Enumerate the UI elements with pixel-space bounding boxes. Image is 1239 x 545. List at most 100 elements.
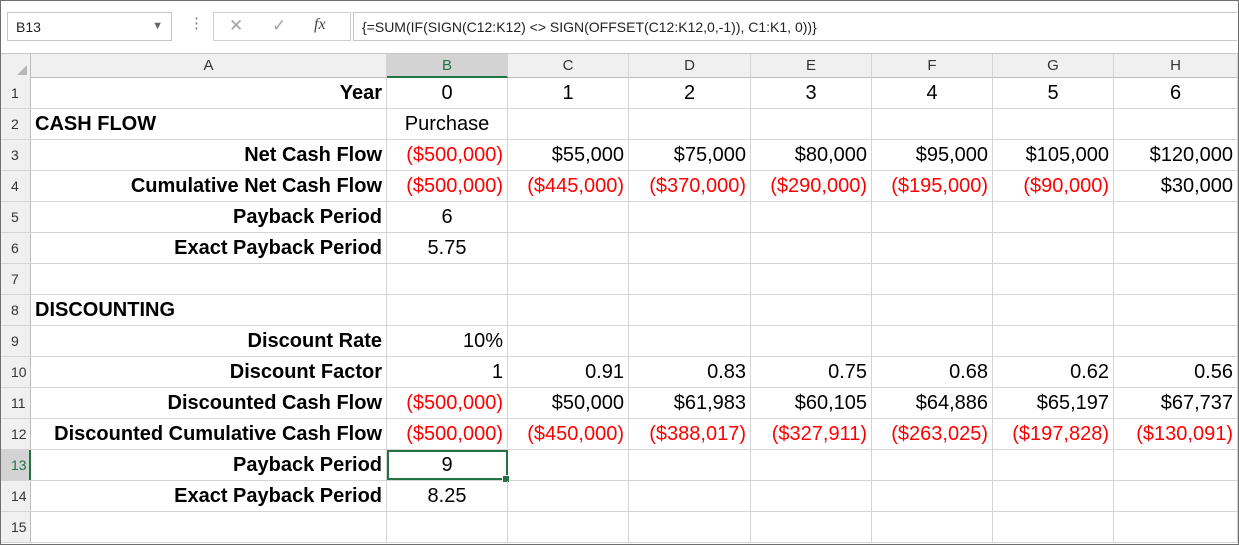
cell-b15[interactable] — [387, 512, 508, 542]
cancel-icon[interactable]: ✕ — [229, 16, 243, 36]
cell-b12[interactable]: ($500,000) — [387, 419, 508, 449]
column-header-f[interactable]: F — [872, 54, 993, 78]
cell-d9[interactable] — [629, 326, 751, 356]
cell-g5[interactable] — [993, 202, 1114, 232]
cell-b4[interactable]: ($500,000) — [387, 171, 508, 201]
cell-d12[interactable]: ($388,017) — [629, 419, 751, 449]
row-header-9[interactable]: 9 — [1, 326, 31, 356]
cell-d15[interactable] — [629, 512, 751, 542]
cell-f2[interactable] — [872, 109, 993, 139]
cell-b1[interactable]: 0 — [387, 78, 508, 108]
cell-a11[interactable]: Discounted Cash Flow — [31, 388, 387, 418]
cell-c10[interactable]: 0.91 — [508, 357, 629, 387]
cell-d4[interactable]: ($370,000) — [629, 171, 751, 201]
cell-f12[interactable]: ($263,025) — [872, 419, 993, 449]
row-header-11[interactable]: 11 — [1, 388, 31, 418]
cell-b5[interactable]: 6 — [387, 202, 508, 232]
cell-a2[interactable]: CASH FLOW — [31, 109, 387, 139]
column-header-d[interactable]: D — [629, 54, 751, 78]
cell-e5[interactable] — [751, 202, 872, 232]
cell-b14[interactable]: 8.25 — [387, 481, 508, 511]
cell-g14[interactable] — [993, 481, 1114, 511]
cell-d3[interactable]: $75,000 — [629, 140, 751, 170]
cell-g7[interactable] — [993, 264, 1114, 294]
cell-c12[interactable]: ($450,000) — [508, 419, 629, 449]
column-header-g[interactable]: G — [993, 54, 1114, 78]
row-header-12[interactable]: 12 — [1, 419, 31, 449]
cell-e9[interactable] — [751, 326, 872, 356]
cell-b3[interactable]: ($500,000) — [387, 140, 508, 170]
cell-a4[interactable]: Cumulative Net Cash Flow — [31, 171, 387, 201]
cell-d2[interactable] — [629, 109, 751, 139]
formula-input[interactable]: {=SUM(IF(SIGN(C12:K12) <> SIGN(OFFSET(C1… — [353, 12, 1237, 41]
cell-c2[interactable] — [508, 109, 629, 139]
cell-d11[interactable]: $61,983 — [629, 388, 751, 418]
cell-a6[interactable]: Exact Payback Period — [31, 233, 387, 263]
cell-h1[interactable]: 6 — [1114, 78, 1238, 108]
cell-h8[interactable] — [1114, 295, 1238, 325]
cell-h7[interactable] — [1114, 264, 1238, 294]
column-header-b[interactable]: B — [387, 54, 508, 78]
cell-c6[interactable] — [508, 233, 629, 263]
cell-h5[interactable] — [1114, 202, 1238, 232]
select-all-corner[interactable] — [1, 54, 31, 78]
cell-h3[interactable]: $120,000 — [1114, 140, 1238, 170]
row-header-3[interactable]: 3 — [1, 140, 31, 170]
row-header-6[interactable]: 6 — [1, 233, 31, 263]
cell-c3[interactable]: $55,000 — [508, 140, 629, 170]
cell-f6[interactable] — [872, 233, 993, 263]
cell-a14[interactable]: Exact Payback Period — [31, 481, 387, 511]
cell-d7[interactable] — [629, 264, 751, 294]
cell-e10[interactable]: 0.75 — [751, 357, 872, 387]
cell-h12[interactable]: ($130,091) — [1114, 419, 1238, 449]
cell-a12[interactable]: Discounted Cumulative Cash Flow — [31, 419, 387, 449]
cell-f8[interactable] — [872, 295, 993, 325]
row-header-8[interactable]: 8 — [1, 295, 31, 325]
cell-g3[interactable]: $105,000 — [993, 140, 1114, 170]
row-header-5[interactable]: 5 — [1, 202, 31, 232]
cell-c7[interactable] — [508, 264, 629, 294]
cell-f4[interactable]: ($195,000) — [872, 171, 993, 201]
cell-a3[interactable]: Net Cash Flow — [31, 140, 387, 170]
cell-c8[interactable] — [508, 295, 629, 325]
column-header-c[interactable]: C — [508, 54, 629, 78]
row-header-2[interactable]: 2 — [1, 109, 31, 139]
cell-g8[interactable] — [993, 295, 1114, 325]
cell-d10[interactable]: 0.83 — [629, 357, 751, 387]
cell-c11[interactable]: $50,000 — [508, 388, 629, 418]
cell-e6[interactable] — [751, 233, 872, 263]
cell-h14[interactable] — [1114, 481, 1238, 511]
cell-a13[interactable]: Payback Period — [31, 450, 387, 480]
cell-h10[interactable]: 0.56 — [1114, 357, 1238, 387]
name-box[interactable]: B13 ▼ — [7, 12, 172, 41]
cell-a15[interactable] — [31, 512, 387, 542]
cell-e11[interactable]: $60,105 — [751, 388, 872, 418]
cell-b7[interactable] — [387, 264, 508, 294]
cell-e3[interactable]: $80,000 — [751, 140, 872, 170]
cell-f5[interactable] — [872, 202, 993, 232]
cell-a8[interactable]: DISCOUNTING — [31, 295, 387, 325]
cell-c14[interactable] — [508, 481, 629, 511]
row-header-4[interactable]: 4 — [1, 171, 31, 201]
cell-e12[interactable]: ($327,911) — [751, 419, 872, 449]
cell-g15[interactable] — [993, 512, 1114, 542]
cell-g1[interactable]: 5 — [993, 78, 1114, 108]
cell-h11[interactable]: $67,737 — [1114, 388, 1238, 418]
cell-f11[interactable]: $64,886 — [872, 388, 993, 418]
cell-g13[interactable] — [993, 450, 1114, 480]
cell-a9[interactable]: Discount Rate — [31, 326, 387, 356]
cell-f9[interactable] — [872, 326, 993, 356]
cell-c9[interactable] — [508, 326, 629, 356]
column-header-e[interactable]: E — [751, 54, 872, 78]
cell-d14[interactable] — [629, 481, 751, 511]
cell-g2[interactable] — [993, 109, 1114, 139]
cell-f1[interactable]: 4 — [872, 78, 993, 108]
more-options-icon[interactable]: ⋮ — [189, 14, 204, 34]
row-header-13[interactable]: 13 — [1, 450, 31, 480]
cell-c1[interactable]: 1 — [508, 78, 629, 108]
cell-a7[interactable] — [31, 264, 387, 294]
cell-b9[interactable]: 10% — [387, 326, 508, 356]
cell-g4[interactable]: ($90,000) — [993, 171, 1114, 201]
cell-b8[interactable] — [387, 295, 508, 325]
cell-a1[interactable]: Year — [31, 78, 387, 108]
